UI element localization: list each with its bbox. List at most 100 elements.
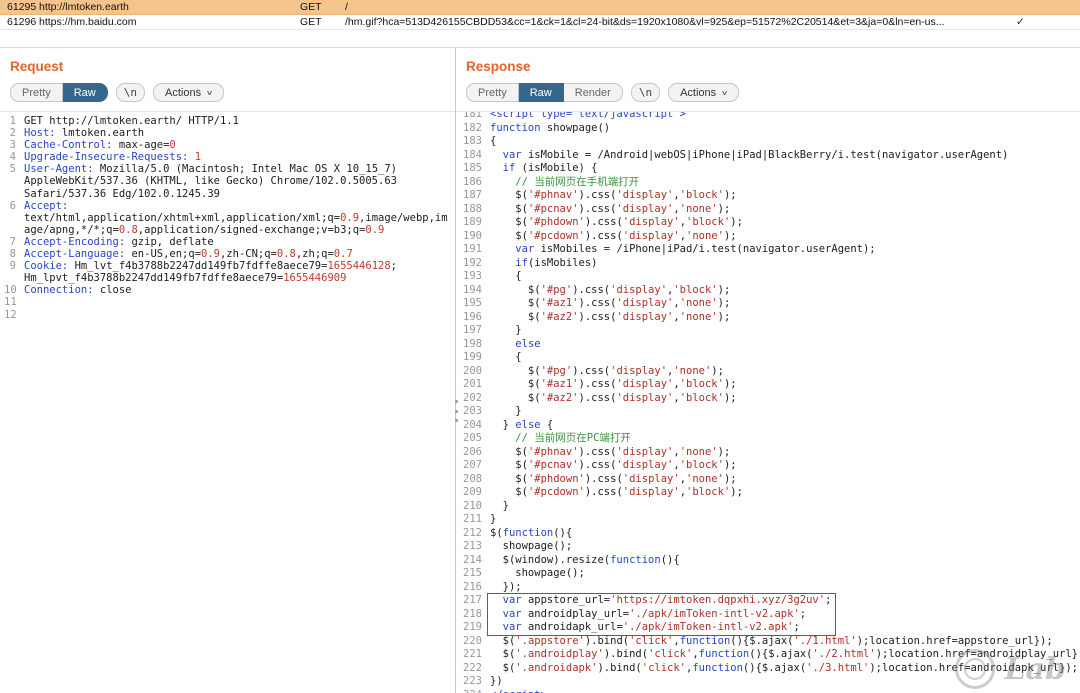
code-line: 211}	[460, 513, 1076, 527]
history-row[interactable]: 61296https://hm.baidu.comGET/hm.gif?hca=…	[0, 15, 1080, 30]
code-line: 8 Accept-Language: en-US,en;q=0.9,zh-CN;q…	[4, 248, 451, 260]
code-line: 4Upgrade-Insecure-Requests: 1	[4, 151, 451, 163]
line-number: 208	[460, 473, 482, 487]
url-cell: /hm.gif?hca=513D426155CBDD53&cc=1&ck=1&c…	[345, 15, 1002, 29]
line-number: 197	[460, 324, 482, 338]
line-number: 187	[460, 189, 482, 203]
response-panel: Response PrettyRawRender \n Actions∨ 181<s…	[456, 48, 1080, 693]
line-number: 199	[460, 351, 482, 365]
code-line: 218 var androidplay_url='./apk/imToken-i…	[460, 608, 1076, 622]
line-number: 209	[460, 486, 482, 500]
code-line: 181<script type="text/javascript">	[460, 112, 1076, 122]
code-text: $('#phnav').css('display','none');	[490, 446, 730, 460]
code-text: $('.appstore').bind('click',function(){$…	[490, 635, 1053, 649]
line-number: 217	[460, 594, 482, 608]
tab-raw[interactable]: Raw	[63, 83, 108, 102]
request-tabbar: PrettyRaw \n Actions ∨	[0, 81, 455, 112]
line-number: 184	[460, 149, 482, 163]
line-number: 219	[460, 621, 482, 635]
panel-splitter-handle[interactable]	[453, 400, 460, 422]
code-text: }	[490, 500, 509, 514]
line-number: 9	[4, 260, 16, 284]
code-text: <script type="text/javascript">	[490, 112, 686, 122]
code-line: 214 $(window).resize(function(){	[460, 554, 1076, 568]
line-number: 218	[460, 608, 482, 622]
code-text: $('#pg').css('display','none');	[490, 365, 724, 379]
request-panel: Request PrettyRaw \n Actions ∨ 1GET http://…	[0, 48, 456, 693]
code-line: 209 $('#pcdown').css('display','block');	[460, 486, 1076, 500]
code-text: // 当前网页在手机端打开	[490, 176, 639, 190]
code-text: Upgrade-Insecure-Requests: 1	[24, 151, 451, 163]
line-number: 206	[460, 446, 482, 460]
line-number: 1	[4, 115, 16, 127]
request-panel-title: Request	[0, 48, 455, 81]
code-text: var androidplay_url='./apk/imToken-intl-…	[490, 608, 806, 622]
code-text: $('#az2').css('display','none');	[490, 311, 730, 325]
code-line: 212$(function(){	[460, 527, 1076, 541]
code-text: $('#pg').css('display','block');	[490, 284, 730, 298]
code-text: $('#az2').css('display','block');	[490, 392, 737, 406]
code-text: Accept: text/html,application/xhtml+xml,…	[24, 200, 451, 236]
code-line: 221 $('.androidplay').bind('click',funct…	[460, 648, 1076, 662]
linebreak-toggle-button[interactable]: \n	[116, 83, 145, 102]
code-text: Cache-Control: max-age=0	[24, 139, 451, 151]
request-code[interactable]: 1GET http://lmtoken.earth/ HTTP/1.12Host…	[0, 112, 455, 693]
method-cell: GET	[292, 0, 345, 14]
code-text: {	[490, 135, 496, 149]
code-text: });	[490, 581, 522, 595]
code-text: $('#pcnav').css('display','none');	[490, 203, 730, 217]
code-line: 216 });	[460, 581, 1076, 595]
line-number: 200	[460, 365, 482, 379]
linebreak-toggle-button[interactable]: \n	[631, 83, 660, 102]
code-text: function showpage()	[490, 122, 610, 136]
code-line: 223})	[460, 675, 1076, 689]
line-number: 223	[460, 675, 482, 689]
method-cell: GET	[292, 15, 345, 29]
actions-label: Actions	[165, 87, 201, 99]
request-code-lines: 1GET http://lmtoken.earth/ HTTP/1.12Host…	[4, 115, 451, 321]
line-number: 11	[4, 296, 16, 308]
line-number: 8	[4, 248, 16, 260]
code-line: 193 {	[460, 270, 1076, 284]
line-number: 194	[460, 284, 482, 298]
code-line: 198 else	[460, 338, 1076, 352]
line-number: 204	[460, 419, 482, 433]
line-number: 12	[4, 309, 16, 321]
code-line: 6Accept: text/html,application/xhtml+xml…	[4, 200, 451, 236]
code-line: 187 $('#phnav').css('display','block');	[460, 189, 1076, 203]
code-text: Accept-Encoding: gzip, deflate	[24, 236, 451, 248]
tab-pretty[interactable]: Pretty	[10, 83, 63, 102]
line-number: 201	[460, 378, 482, 392]
code-line: 192 if(isMobiles)	[460, 257, 1076, 271]
line-number: 193	[460, 270, 482, 284]
code-line: 12	[4, 309, 451, 321]
line-number: 189	[460, 216, 482, 230]
response-panel-title: Response	[456, 48, 1080, 81]
tab-render[interactable]: Render	[564, 83, 623, 102]
code-text: Accept-Language: en-US,en;q=0.9,zh-CN;q=…	[24, 248, 451, 260]
history-row[interactable]: 61295http://lmtoken.earthGET/	[0, 0, 1080, 15]
code-text: User-Agent: Mozilla/5.0 (Macintosh; Inte…	[24, 163, 451, 199]
actions-menu-button[interactable]: Actions ∨	[153, 83, 224, 102]
code-text: $('#pcdown').css('display','block');	[490, 486, 743, 500]
code-line: 197 }	[460, 324, 1076, 338]
chevron-down-icon: ∨	[206, 89, 214, 97]
code-line: 220 $('.appstore').bind('click',function…	[460, 635, 1076, 649]
tab-raw[interactable]: Raw	[519, 83, 564, 102]
line-number: 207	[460, 459, 482, 473]
actions-menu-button[interactable]: Actions∨	[668, 83, 739, 102]
code-line: 202 $('#az2').css('display','block');	[460, 392, 1076, 406]
code-text	[24, 296, 451, 308]
code-text: $(function(){	[490, 527, 572, 541]
code-line: 183{	[460, 135, 1076, 149]
code-line: 200 $('#pg').css('display','none');	[460, 365, 1076, 379]
code-line: 196 $('#az2').css('display','none');	[460, 311, 1076, 325]
code-text: $('.androidapk').bind('click',function()…	[490, 662, 1078, 676]
tab-pretty[interactable]: Pretty	[466, 83, 519, 102]
response-code[interactable]: 181<script type="text/javascript">182fun…	[456, 112, 1080, 693]
line-number: 215	[460, 567, 482, 581]
code-text: }	[490, 324, 522, 338]
code-text: $('#phnav').css('display','block');	[490, 189, 737, 203]
line-number: 2	[4, 127, 16, 139]
line-number: 214	[460, 554, 482, 568]
